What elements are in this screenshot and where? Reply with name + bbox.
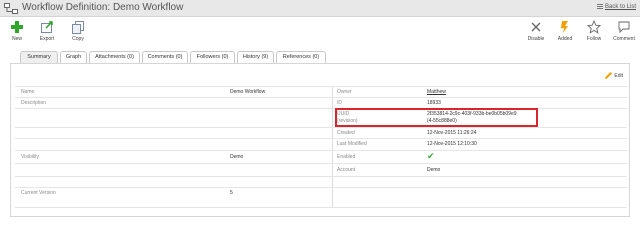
last-modified-value: 12-Nov-2015 12:10:30 — [427, 141, 477, 147]
close-icon — [524, 20, 548, 34]
visibility-label: Visibility — [21, 154, 39, 160]
page-title: Workflow Definition: Demo Workflow — [22, 2, 184, 13]
last-modified-label: Last Modified — [337, 141, 367, 147]
star-icon — [582, 19, 606, 34]
follow-label: Follow — [586, 36, 602, 42]
tab-comments[interactable]: Comments (0) — [142, 51, 188, 63]
copy-button[interactable]: Copy — [66, 20, 90, 42]
name-label: Name — [21, 89, 35, 95]
row-divider — [15, 176, 627, 177]
list-icon — [596, 4, 603, 9]
visibility-value: Demo — [230, 154, 244, 160]
account-value: Demo — [427, 167, 441, 173]
added-icon — [553, 20, 577, 34]
row-divider — [15, 150, 627, 151]
created-label: Created — [337, 130, 355, 136]
edit-button[interactable]: Edit — [604, 71, 623, 80]
row-divider — [15, 97, 627, 98]
owner-link[interactable]: Matthew — [427, 89, 446, 95]
added-label: Added — [557, 36, 573, 42]
row-divider — [15, 207, 627, 208]
comment-button[interactable]: Comment — [610, 20, 638, 42]
edit-label: Edit — [614, 72, 623, 79]
back-to-list-label: Back to List — [604, 4, 636, 11]
account-label: Account — [337, 167, 356, 173]
disable-label: Disable — [527, 36, 545, 42]
row-divider — [15, 127, 627, 128]
plus-icon — [5, 20, 29, 34]
tab-attachments[interactable]: Attachments (0) — [89, 51, 140, 63]
owner-label: Owner — [337, 89, 352, 95]
new-label: New — [11, 36, 22, 42]
id-label: ID — [337, 100, 342, 106]
row-divider — [15, 163, 627, 164]
tab-followers[interactable]: Followers (0) — [190, 51, 235, 63]
current-version-label: Current Version — [21, 190, 56, 196]
row-divider — [15, 86, 627, 87]
id-value: 18933 — [427, 100, 441, 106]
tab-references[interactable]: References (0) — [276, 51, 326, 63]
back-to-list-link[interactable]: Back to List — [596, 4, 636, 11]
current-version-value: 5 — [230, 190, 233, 196]
export-icon — [34, 20, 60, 34]
tab-summary[interactable]: Summary — [20, 51, 58, 63]
created-value: 12-Nov-2015 11:26:24 — [427, 130, 477, 136]
name-value: Demo Workflow — [230, 89, 266, 95]
summary-panel: Edit Name Demo Workflow Description Visi… — [10, 63, 630, 217]
comment-label: Comment — [613, 36, 635, 42]
export-label: Export — [39, 36, 55, 42]
pencil-icon — [604, 72, 613, 79]
workflow-icon — [4, 2, 18, 14]
description-label: Description — [21, 100, 47, 106]
check-icon: ✔ — [427, 151, 435, 161]
new-button[interactable]: New — [5, 20, 29, 42]
comment-icon — [610, 20, 638, 34]
uuid-highlight-box — [335, 108, 538, 127]
column-separator — [332, 86, 333, 207]
disable-button[interactable]: Disable — [524, 20, 548, 42]
copy-icon — [66, 20, 90, 34]
added-button[interactable]: Added — [553, 20, 577, 42]
tab-graph[interactable]: Graph — [60, 51, 87, 63]
copy-label: Copy — [72, 36, 84, 42]
page-header: Workflow Definition: Demo Workflow Back … — [0, 0, 640, 17]
follow-button[interactable]: Follow — [582, 19, 606, 42]
tab-history[interactable]: History (9) — [237, 51, 274, 63]
enabled-label: Enabled — [337, 154, 356, 160]
row-divider — [15, 138, 627, 139]
row-divider — [15, 187, 627, 188]
export-button[interactable]: Export — [34, 20, 60, 42]
